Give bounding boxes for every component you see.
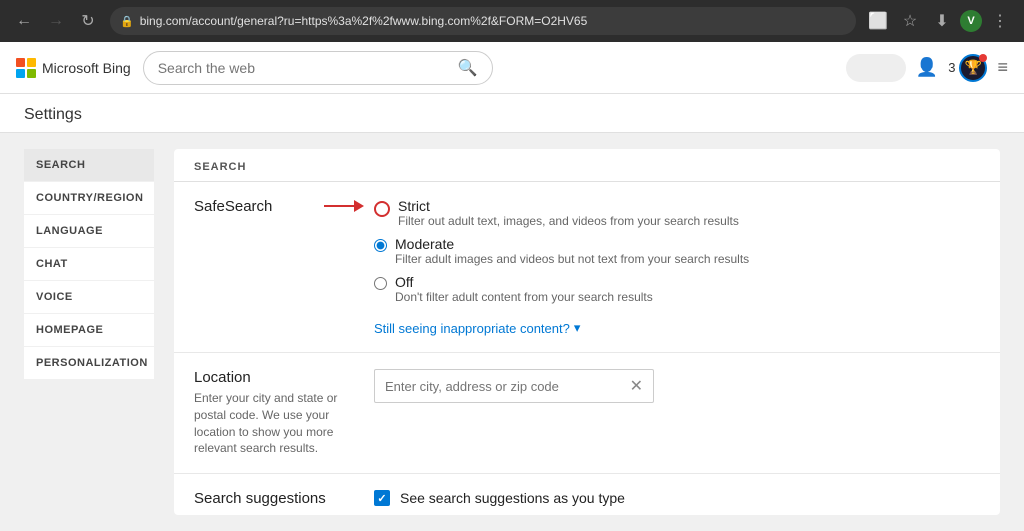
off-radio[interactable]: [374, 277, 387, 290]
inappropriate-link-text: Still seeing inappropriate content?: [374, 321, 570, 336]
logo-yellow: [27, 58, 36, 67]
browser-actions: ⬜ ☆ ⬇ V ⋮: [864, 7, 1014, 35]
logo-green: [27, 69, 36, 78]
safesearch-label: SafeSearch: [194, 198, 354, 336]
reward-icon: 🏆: [959, 54, 987, 82]
settings-body: SEARCH COUNTRY/REGION LANGUAGE CHAT VOIC…: [0, 133, 1024, 531]
moderate-radio[interactable]: [374, 239, 387, 252]
location-clear-button[interactable]: ✕: [630, 376, 643, 396]
safesearch-row: SafeSearch: [194, 198, 980, 336]
sidebar-item-voice[interactable]: VOICE: [24, 281, 154, 314]
location-desc: Enter your city and state or postal code…: [194, 390, 354, 457]
bing-logo: Microsoft Bing: [16, 58, 131, 78]
bing-brand-text: Microsoft Bing: [42, 60, 131, 76]
strict-option-text: Strict Filter out adult text, images, an…: [398, 198, 739, 228]
search-bar[interactable]: 🔍: [143, 51, 493, 85]
inappropriate-link[interactable]: Still seeing inappropriate content? ▾: [374, 320, 980, 336]
strict-radio-circle[interactable]: [374, 201, 390, 217]
search-suggestions-section: Search suggestions ✓ See search suggesti…: [174, 474, 1000, 515]
menu-button[interactable]: ⋮: [986, 7, 1014, 35]
strict-title: Strict: [398, 198, 739, 214]
search-suggestions-row: Search suggestions ✓ See search suggesti…: [194, 490, 980, 511]
back-button[interactable]: ←: [10, 7, 38, 35]
logo-blue: [16, 69, 25, 78]
location-input[interactable]: [385, 379, 624, 394]
reward-count: 3: [948, 60, 955, 75]
sidebar-item-homepage[interactable]: HOMEPAGE: [24, 314, 154, 347]
off-option-text: Off Don't filter adult content from your…: [395, 274, 653, 304]
arrow-indicator: [324, 200, 364, 212]
refresh-button[interactable]: ↻: [74, 7, 102, 35]
search-input[interactable]: [158, 60, 450, 76]
suggestions-checkbox-label: See search suggestions as you type: [400, 490, 625, 506]
url-text: bing.com/account/general?ru=https%3a%2f%…: [140, 14, 846, 28]
search-suggestions-controls: ✓ See search suggestions as you type: [374, 490, 980, 511]
app-header: Microsoft Bing 🔍 👤 3 🏆 ≡: [0, 42, 1024, 94]
search-suggestions-heading: Search suggestions: [194, 490, 354, 507]
sidebar-item-personalization[interactable]: PERSONALIZATION: [24, 347, 154, 380]
location-input-wrap[interactable]: ✕: [374, 369, 654, 403]
arrow-head: [354, 200, 364, 212]
lock-icon: 🔒: [120, 15, 134, 28]
radio-option-off: Off Don't filter adult content from your…: [374, 274, 980, 304]
logo-squares: [16, 58, 36, 78]
suggestions-checkbox[interactable]: ✓: [374, 490, 390, 506]
header-right: 👤 3 🏆 ≡: [846, 54, 1008, 82]
nav-buttons: ← → ↻: [10, 7, 102, 35]
sidebar-item-search[interactable]: SEARCH: [24, 149, 154, 182]
location-section: Location Enter your city and state or po…: [174, 353, 1000, 474]
screen-cast-button[interactable]: ⬜: [864, 7, 892, 35]
radio-option-moderate: Moderate Filter adult images and videos …: [374, 236, 980, 266]
off-desc: Don't filter adult content from your sea…: [395, 290, 653, 304]
check-icon: ✓: [377, 492, 386, 505]
user-avatar-blurred: [846, 54, 906, 82]
chevron-down-icon: ▾: [574, 320, 581, 336]
sidebar-item-chat[interactable]: CHAT: [24, 248, 154, 281]
sidebar-item-language[interactable]: LANGUAGE: [24, 215, 154, 248]
search-icon[interactable]: 🔍: [458, 58, 478, 78]
location-controls: ✕: [374, 369, 980, 457]
main-content: SEARCH SafeSearch: [174, 149, 1000, 515]
radio-option-strict: Strict Filter out adult text, images, an…: [374, 198, 980, 228]
arrow-line: [324, 205, 354, 207]
search-suggestions-label: Search suggestions: [194, 490, 354, 511]
download-button[interactable]: ⬇: [928, 7, 956, 35]
safesearch-controls: Strict Filter out adult text, images, an…: [374, 198, 980, 336]
moderate-option-text: Moderate Filter adult images and videos …: [395, 236, 749, 266]
section-header: SEARCH: [174, 149, 1000, 182]
settings-page: Settings SEARCH COUNTRY/REGION LANGUAGE …: [0, 94, 1024, 531]
location-row: Location Enter your city and state or po…: [194, 369, 980, 457]
reward-badge[interactable]: 3 🏆: [948, 54, 987, 82]
moderate-desc: Filter adult images and videos but not t…: [395, 252, 749, 266]
profile-button[interactable]: V: [960, 10, 982, 32]
location-heading: Location: [194, 369, 354, 386]
settings-sidebar: SEARCH COUNTRY/REGION LANGUAGE CHAT VOIC…: [24, 149, 154, 515]
suggestion-row: ✓ See search suggestions as you type: [374, 490, 980, 506]
hamburger-menu-icon[interactable]: ≡: [997, 57, 1008, 78]
radio-group: Strict Filter out adult text, images, an…: [374, 198, 980, 336]
off-title: Off: [395, 274, 653, 290]
trophy-icon: 🏆: [965, 59, 982, 76]
safesearch-section: SafeSearch: [174, 182, 1000, 353]
reward-notification-dot: [979, 54, 987, 62]
person-icon[interactable]: 👤: [916, 57, 938, 78]
forward-button[interactable]: →: [42, 7, 70, 35]
strict-desc: Filter out adult text, images, and video…: [398, 214, 739, 228]
sidebar-item-country-region[interactable]: COUNTRY/REGION: [24, 182, 154, 215]
address-bar[interactable]: 🔒 bing.com/account/general?ru=https%3a%2…: [110, 7, 856, 35]
settings-title: Settings: [0, 94, 1024, 133]
logo-red: [16, 58, 25, 67]
location-label: Location Enter your city and state or po…: [194, 369, 354, 457]
browser-chrome: ← → ↻ 🔒 bing.com/account/general?ru=http…: [0, 0, 1024, 42]
bookmark-button[interactable]: ☆: [896, 7, 924, 35]
moderate-title: Moderate: [395, 236, 749, 252]
